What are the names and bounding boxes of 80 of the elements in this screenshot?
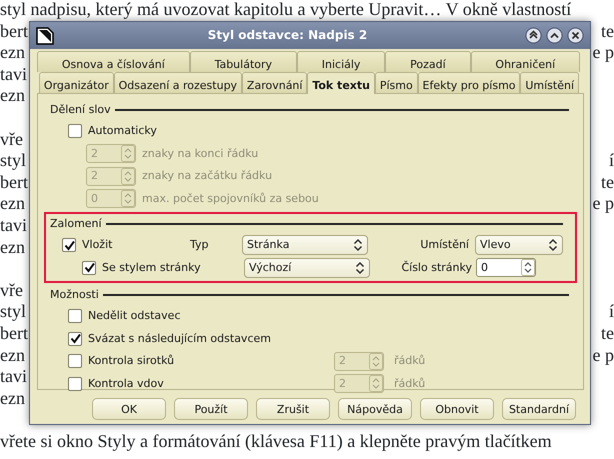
checkbox-label: Svázat s následujícím odstavcem bbox=[88, 330, 271, 347]
checkbox[interactable] bbox=[68, 124, 82, 138]
tab[interactable]: Tok textu bbox=[307, 72, 375, 94]
checkbox-label: Automaticky bbox=[88, 123, 157, 140]
checkbox[interactable] bbox=[68, 309, 82, 324]
unit-label: řádků bbox=[394, 376, 426, 392]
field-label: Číslo stránky bbox=[400, 260, 473, 276]
tab[interactable]: Zarovnání bbox=[242, 72, 308, 93]
document-text: styl nadpisu, který má uvozovat kapitolu a vyberte Upravit… V okně vlastností bbox=[0, 0, 572, 21]
document-text: ezn bbox=[0, 236, 25, 258]
tab[interactable]: Odsazení a rozestupy bbox=[114, 72, 242, 93]
dialog-button[interactable]: Standardní bbox=[502, 398, 576, 420]
dialog-button[interactable]: Použít bbox=[174, 398, 248, 420]
dialog-button[interactable]: Obnovit bbox=[420, 398, 494, 420]
tab[interactable]: Pozadí bbox=[385, 51, 471, 72]
dialog-button[interactable]: OK bbox=[92, 398, 166, 420]
tab[interactable]: Ohraničení bbox=[470, 51, 580, 72]
updown-arrows-icon bbox=[355, 260, 365, 275]
dialog-button[interactable]: Nápověda bbox=[338, 398, 412, 420]
updown-arrows-icon bbox=[353, 238, 363, 252]
tab[interactable]: Tabulátory bbox=[190, 51, 297, 72]
field-label: znaky na konci řádku bbox=[142, 146, 258, 162]
document-text: styl bbox=[0, 301, 26, 323]
page-style-dropdown[interactable]: Výchozí bbox=[244, 258, 370, 278]
type-dropdown[interactable]: Stránka bbox=[242, 235, 368, 256]
shade-icon[interactable] bbox=[525, 27, 542, 44]
maximize-icon[interactable] bbox=[546, 27, 563, 44]
document-text: te bbox=[601, 322, 614, 344]
tab[interactable]: Organizátor bbox=[39, 72, 114, 93]
document-icon bbox=[36, 26, 54, 44]
tab[interactable]: Písmo bbox=[374, 72, 418, 93]
document-text: e p bbox=[592, 42, 614, 64]
checkbox[interactable] bbox=[82, 260, 96, 275]
checkbox-label: Nedělit odstavec bbox=[88, 308, 180, 324]
checkbox[interactable] bbox=[62, 238, 76, 252]
tab[interactable]: Efekty pro písmo bbox=[418, 72, 520, 93]
document-text: í bbox=[608, 150, 614, 172]
document-text: bert bbox=[0, 322, 28, 344]
close-icon[interactable] bbox=[567, 27, 584, 44]
document-text: e p bbox=[592, 193, 614, 215]
document-text: í bbox=[608, 301, 614, 323]
document-text: bert bbox=[0, 172, 28, 194]
document-text: te bbox=[601, 20, 614, 42]
document-text: ezn bbox=[0, 42, 25, 64]
section-title: Zalomení bbox=[50, 216, 102, 232]
document-text: bert bbox=[0, 20, 28, 42]
document-text: te bbox=[601, 172, 614, 194]
document-text: ezn bbox=[0, 193, 25, 215]
checkbox-label: Vložit bbox=[82, 237, 114, 254]
document-text: ezn bbox=[0, 344, 25, 366]
checkbox-label: Se stylem stránky bbox=[102, 260, 202, 276]
field-label: Umístění bbox=[419, 237, 470, 254]
spin-field[interactable]: 0 bbox=[476, 258, 536, 278]
window-title: Styl odstavce: Nadpis 2 bbox=[206, 26, 368, 44]
tab[interactable]: Umístění bbox=[520, 72, 579, 93]
document-text: ezn bbox=[0, 85, 25, 107]
checkbox[interactable] bbox=[68, 332, 82, 346]
field-label: max. počet spojovníků za sebou bbox=[142, 190, 319, 207]
section-title: Možnosti bbox=[50, 287, 99, 304]
document-text: tavi bbox=[0, 64, 27, 86]
document-text: vře bbox=[0, 280, 23, 302]
document-text: tavi bbox=[0, 214, 27, 237]
dialog-button[interactable]: Zrušit bbox=[256, 398, 330, 420]
field-label: Typ bbox=[190, 237, 210, 254]
checkbox-label: Kontrola vdov bbox=[88, 376, 165, 392]
checkbox-label: Kontrola sirotků bbox=[88, 353, 176, 370]
spin-arrows-icon[interactable] bbox=[521, 259, 535, 276]
tab[interactable]: Osnova a číslování bbox=[37, 51, 190, 72]
document-text: e p bbox=[592, 344, 614, 366]
document-text: ezn bbox=[0, 388, 25, 410]
document-text: vře bbox=[0, 128, 23, 150]
tab[interactable]: Iniciály bbox=[296, 51, 386, 72]
document-text: styl bbox=[0, 150, 26, 172]
updown-arrows-icon bbox=[548, 238, 558, 252]
document-text: vřete si okno Styly a formátování (klávesa F11) a klepněte pravým tlačítkem bbox=[0, 430, 552, 452]
position-dropdown[interactable]: Vlevo bbox=[475, 235, 563, 256]
document-text: tavi bbox=[0, 366, 27, 388]
section-title: Dělení slov bbox=[50, 102, 111, 118]
unit-label: řádků bbox=[394, 353, 426, 370]
field-label: znaky na začátku řádku bbox=[142, 168, 272, 184]
